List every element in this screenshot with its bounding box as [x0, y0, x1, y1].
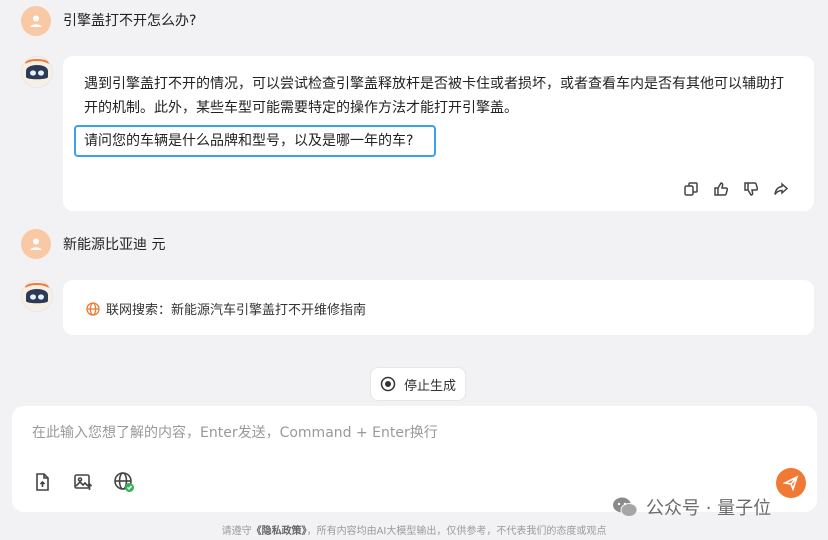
message-input[interactable] — [30, 420, 734, 446]
upload-file-icon[interactable] — [30, 470, 54, 494]
share-icon[interactable] — [772, 180, 790, 198]
web-search-toggle-icon[interactable] — [112, 470, 136, 494]
thumbs-down-icon[interactable] — [742, 180, 760, 198]
web-search-status: 联网搜索：新能源汽车引擎盖打不开维修指南 — [86, 299, 366, 318]
send-icon — [783, 475, 799, 491]
user-avatar — [21, 6, 51, 36]
user-message: 引擎盖打不开怎么办? — [63, 13, 197, 29]
user-message: 新能源比亚迪 元 — [63, 237, 166, 253]
robot-icon — [22, 57, 52, 87]
thumbs-up-icon[interactable] — [712, 180, 730, 198]
answer-paragraph: 遇到引擎盖打不开的情况，可以尝试检查引擎盖释放杆是否被卡住或者损坏，或者查看车内… — [84, 76, 784, 116]
upload-image-icon[interactable] — [71, 470, 95, 494]
user-icon — [30, 15, 42, 27]
bot-avatar — [21, 280, 53, 312]
copy-icon[interactable] — [682, 180, 700, 198]
user-icon — [30, 238, 42, 250]
web-search-label: 联网搜索：新能源汽车引擎盖打不开维修指南 — [106, 303, 367, 318]
globe-icon — [86, 301, 100, 316]
user-avatar — [21, 229, 51, 259]
wechat-icon — [613, 497, 638, 517]
stop-generating-button[interactable]: 停止生成 — [370, 367, 466, 401]
answer-actions — [682, 180, 790, 198]
watermark-text: 公众号 · 量子位 — [646, 498, 772, 519]
watermark: 公众号 · 量子位 — [612, 494, 771, 520]
bot-avatar — [21, 56, 53, 88]
footer-prefix: 请遵守 — [221, 526, 252, 537]
privacy-policy-link[interactable]: 《隐私政策》 — [252, 526, 307, 537]
send-button[interactable] — [776, 468, 806, 498]
robot-icon — [22, 281, 52, 311]
stop-icon — [380, 376, 396, 392]
answer-follow-up-question: 请问您的车辆是什么品牌和型号，以及是哪一年的车? — [74, 125, 436, 157]
stop-generating-label: 停止生成 — [403, 378, 456, 394]
footer-disclaimer: 请遵守《隐私政策》，所有内容均由AI大模型输出，仅供参考，不代表我们的态度或观点 — [0, 522, 828, 537]
footer-suffix: ，所有内容均由AI大模型输出，仅供参考，不代表我们的态度或观点 — [306, 526, 607, 537]
